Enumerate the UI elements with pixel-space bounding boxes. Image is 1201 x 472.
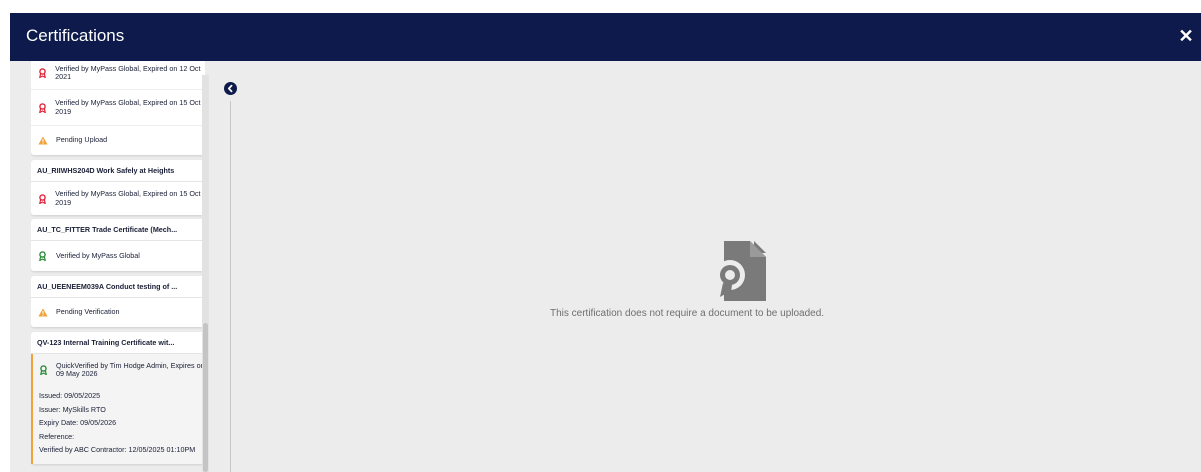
status-row: Verified by MyPass Global, Expired on 12…	[31, 61, 205, 89]
reference: Reference:	[39, 431, 75, 441]
status-row: Verified by MyPass Global, Expired on 15…	[31, 89, 205, 125]
issued-date: Issued: 09/05/2025	[39, 391, 101, 400]
document-viewer-empty-state: This certification does not require a do…	[550, 241, 930, 319]
certification-title: QV-123 Internal Training Certificate wit…	[31, 332, 205, 354]
award-icon	[37, 68, 47, 78]
award-icon	[37, 193, 47, 204]
award-icon	[37, 102, 47, 113]
certification-card[interactable]: AU_UEENEEM039A Conduct testing of ... Pe…	[31, 276, 205, 327]
selected-indicator: QuickVerified by Tim Hodge Admin, Expire…	[31, 354, 205, 464]
expiry-date: Expiry Date: 09/05/2026	[39, 418, 117, 427]
status-text: QuickVerified by Tim Hodge Admin, Expire…	[56, 360, 205, 378]
panel-divider	[230, 101, 231, 472]
chevron-left-icon	[227, 84, 233, 93]
certification-details: Issued: 09/05/2025 Issuer: MySkills RTO …	[33, 386, 205, 464]
award-icon	[39, 365, 48, 375]
empty-state-message: This certification does not require a do…	[550, 308, 825, 319]
award-icon	[37, 251, 48, 261]
certifications-modal: Certifications ✕ Verified by MyPass Glob…	[10, 13, 1201, 472]
status-row: Pending Verification	[31, 298, 205, 327]
certification-list[interactable]: Verified by MyPass Global, Expired on 12…	[31, 61, 205, 472]
close-icon[interactable]: ✕	[1177, 25, 1195, 47]
certification-card-selected[interactable]: QV-123 Internal Training Certificate wit…	[31, 332, 205, 464]
modal-header: Certifications ✕	[10, 13, 1201, 61]
status-text: Verified by MyPass Global	[56, 250, 140, 260]
status-text: Verified by MyPass Global, Expired on 15…	[55, 98, 201, 116]
status-text: Pending Verification	[56, 307, 120, 317]
status-row: QuickVerified by Tim Hodge Admin, Expire…	[33, 354, 205, 386]
certification-list-panel: Verified by MyPass Global, Expired on 12…	[10, 61, 211, 472]
certification-card[interactable]: AU_TC_FITTER Trade Certificate (Mech... …	[31, 219, 205, 271]
modal-body: Verified by MyPass Global, Expired on 12…	[10, 61, 1201, 472]
scrollbar-thumb[interactable]	[203, 323, 208, 472]
certification-title: AU_TC_FITTER Trade Certificate (Mech...	[31, 219, 205, 241]
issuer: Issuer: MySkills RTO	[39, 404, 106, 414]
status-row: Verified by MyPass Global, Expired on 15…	[31, 182, 205, 215]
status-text: Verified by MyPass Global, Expired on 12…	[55, 63, 201, 81]
status-text: Verified by MyPass Global, Expired on 15…	[55, 189, 201, 207]
certification-title: AU_RIIWHS204D Work Safely at Heights	[31, 160, 205, 182]
warning-icon	[37, 136, 48, 145]
certificate-document-icon	[715, 241, 766, 301]
certification-title: AU_UEENEEM039A Conduct testing of ...	[31, 276, 205, 298]
modal-title: Certifications	[26, 26, 125, 45]
status-row: Verified by MyPass Global	[31, 241, 205, 271]
collapse-panel-button[interactable]	[224, 82, 237, 95]
certification-card[interactable]: AU_RIIWHS204D Work Safely at Heights Ver…	[31, 160, 205, 215]
certification-card[interactable]: Verified by MyPass Global, Expired on 12…	[31, 61, 205, 155]
warning-icon	[37, 308, 48, 317]
status-row: Pending Upload	[31, 125, 205, 155]
verified-by: Verified by ABC Contractor: 12/05/2025 0…	[39, 445, 196, 454]
status-text: Pending Upload	[56, 135, 108, 145]
